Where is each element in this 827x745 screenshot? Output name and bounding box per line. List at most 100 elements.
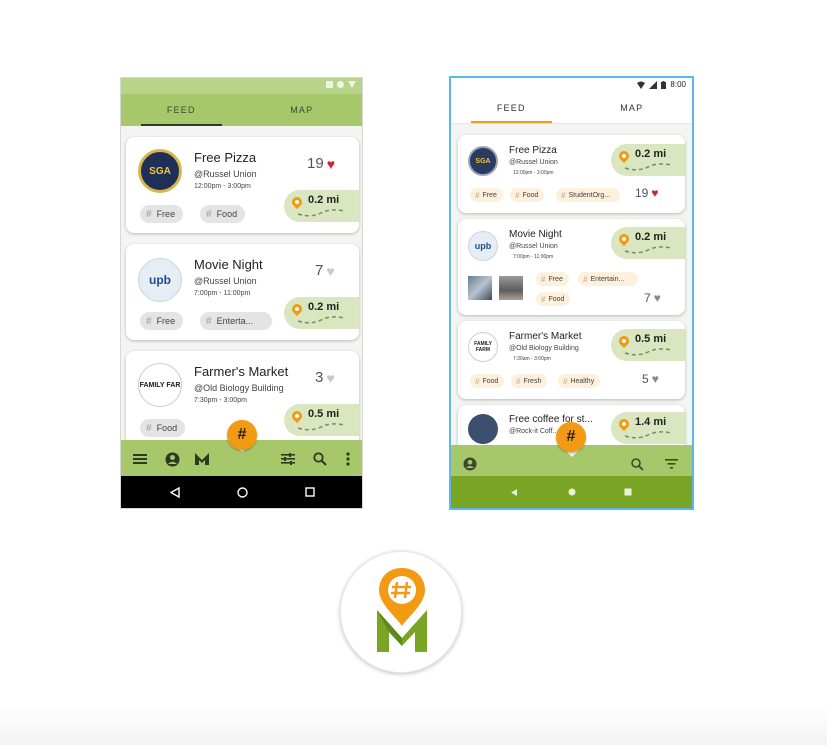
tab-map[interactable]: MAP xyxy=(572,92,693,123)
distance-badge: 0.2 mi xyxy=(611,227,685,259)
home-icon[interactable] xyxy=(564,484,580,500)
route-path-icon xyxy=(624,246,672,254)
back-icon[interactable] xyxy=(167,484,183,500)
route-path-icon xyxy=(624,348,672,356)
event-title: Farmer's Market xyxy=(194,364,289,379)
like-count: 19 ♥ xyxy=(635,186,658,200)
location-pin-icon xyxy=(289,408,305,424)
hashtag-icon: # xyxy=(475,190,480,200)
event-card[interactable]: SGA Free Pizza @Russel Union 12:00pm - 3… xyxy=(126,137,359,233)
android-nav-bar xyxy=(451,476,692,508)
battery-icon xyxy=(661,80,667,89)
event-card[interactable]: upb Movie Night @Russel Union 7:00pm - 1… xyxy=(458,219,685,315)
recents-icon[interactable] xyxy=(620,484,636,500)
tab-feed[interactable]: FEED xyxy=(451,92,572,123)
event-photo[interactable] xyxy=(499,276,523,300)
heart-icon[interactable]: ♥ xyxy=(327,157,335,171)
hashtag-icon: # xyxy=(561,190,566,200)
heart-icon[interactable]: ♥ xyxy=(652,373,659,385)
location-pin-icon xyxy=(616,148,632,164)
hashtag-icon: # xyxy=(583,274,588,284)
event-location: @Rock-it Coff... xyxy=(509,428,559,435)
search-icon[interactable] xyxy=(628,455,646,473)
home-icon[interactable] xyxy=(234,484,250,500)
like-count-value: 3 xyxy=(315,369,324,386)
account-icon[interactable] xyxy=(163,450,181,468)
tab-feed[interactable]: FEED xyxy=(121,94,242,126)
event-title: Free Pizza xyxy=(194,150,257,165)
route-path-icon xyxy=(297,209,345,217)
hashtag-icon: # xyxy=(475,376,480,386)
tag-chip[interactable]: # Free xyxy=(470,188,503,202)
heart-icon[interactable]: ♥ xyxy=(326,371,334,385)
tag-chip[interactable]: # Food xyxy=(470,374,505,388)
tag-chip[interactable]: # Entertain... xyxy=(578,272,638,286)
distance-value: 0.5 mi xyxy=(308,408,340,420)
tag-chip[interactable]: # Food xyxy=(510,188,545,202)
tag-label: Healthy xyxy=(570,377,595,385)
signal-icon xyxy=(326,81,333,88)
filter-icon[interactable] xyxy=(662,455,680,473)
event-card[interactable]: upb Movie Night @Russel Union 7:00pm - 1… xyxy=(126,244,359,340)
tag-chip[interactable]: # Healthy xyxy=(558,374,601,388)
tag-chip[interactable]: # Food xyxy=(140,419,186,437)
event-card[interactable]: SGA Free Pizza @Russel Union 12:00pm - 3… xyxy=(458,135,685,213)
tag-label: Free xyxy=(482,191,497,199)
distance-badge: 0.5 mi xyxy=(284,404,359,436)
heart-icon[interactable]: ♥ xyxy=(651,187,658,199)
event-time: 12:00pm - 3:00pm xyxy=(194,183,251,190)
event-location: @Russel Union xyxy=(509,243,558,250)
hashtag-icon: # xyxy=(541,294,546,304)
heart-icon[interactable]: ♥ xyxy=(326,264,334,278)
event-time: 7:00pm - 11:00pm xyxy=(513,254,554,260)
page-bottom-shade xyxy=(0,705,827,745)
event-logo-family-farm: FAMILY FAR xyxy=(138,363,182,407)
tag-chip[interactable]: # Food xyxy=(536,292,571,306)
phone-mockup-v2: 8:00 FEED MAP SGA Free Pizza @Russel Uni… xyxy=(449,76,694,510)
distance-value: 0.2 mi xyxy=(308,301,340,313)
tag-chip[interactable]: # Fresh xyxy=(511,374,548,388)
tag-chip[interactable]: # Free xyxy=(140,205,184,223)
m-logo-icon[interactable] xyxy=(193,450,211,468)
search-icon[interactable] xyxy=(311,450,329,468)
tag-chip[interactable]: # Food xyxy=(200,205,246,223)
distance-value: 1.4 mi xyxy=(635,416,667,428)
wifi-icon xyxy=(637,81,646,89)
distance-value: 0.5 mi xyxy=(635,333,667,345)
menu-icon[interactable] xyxy=(131,450,149,468)
tag-chip[interactable]: # Free xyxy=(536,272,569,286)
back-icon[interactable] xyxy=(506,484,522,500)
event-time: 7:00pm - 11:00pm xyxy=(194,290,251,297)
tag-label: Fresh xyxy=(523,377,542,385)
hashtag-icon: # xyxy=(146,422,152,434)
event-time: 12:00pm - 3:00pm xyxy=(513,170,554,176)
tag-chip[interactable]: # StudentOrg... xyxy=(556,188,620,202)
tune-icon[interactable] xyxy=(279,450,297,468)
tab-map[interactable]: MAP xyxy=(242,94,363,126)
more-vert-icon[interactable] xyxy=(339,450,357,468)
hashtag-fab[interactable]: # xyxy=(227,420,257,450)
event-title: Free coffee for st... xyxy=(509,414,593,425)
app-logo xyxy=(340,551,462,673)
hashtag-fab[interactable]: # xyxy=(556,422,586,452)
like-count: 3 ♥ xyxy=(315,369,335,386)
event-photo[interactable] xyxy=(468,276,492,300)
route-path-icon xyxy=(297,423,345,431)
account-icon[interactable] xyxy=(461,455,479,473)
event-title: Movie Night xyxy=(509,229,562,240)
tab-bar: FEED MAP xyxy=(121,94,362,126)
android-nav-bar xyxy=(121,476,362,508)
like-count: 7 ♥ xyxy=(644,291,661,305)
tag-label: Food xyxy=(216,209,238,219)
location-pin-icon xyxy=(616,416,632,432)
event-location: @Russel Union xyxy=(509,159,558,166)
tag-chip[interactable]: # Free xyxy=(140,312,184,330)
distance-value: 0.2 mi xyxy=(635,148,667,160)
event-card[interactable]: FAMILY FARM Farmer's Market @Old Biology… xyxy=(458,321,685,399)
event-logo-coffee xyxy=(468,414,498,444)
route-path-icon xyxy=(297,316,345,324)
recents-icon[interactable] xyxy=(302,484,318,500)
hashtag-icon: # xyxy=(206,315,212,327)
heart-icon[interactable]: ♥ xyxy=(654,292,661,304)
tag-chip[interactable]: # Enterta... xyxy=(200,312,272,330)
